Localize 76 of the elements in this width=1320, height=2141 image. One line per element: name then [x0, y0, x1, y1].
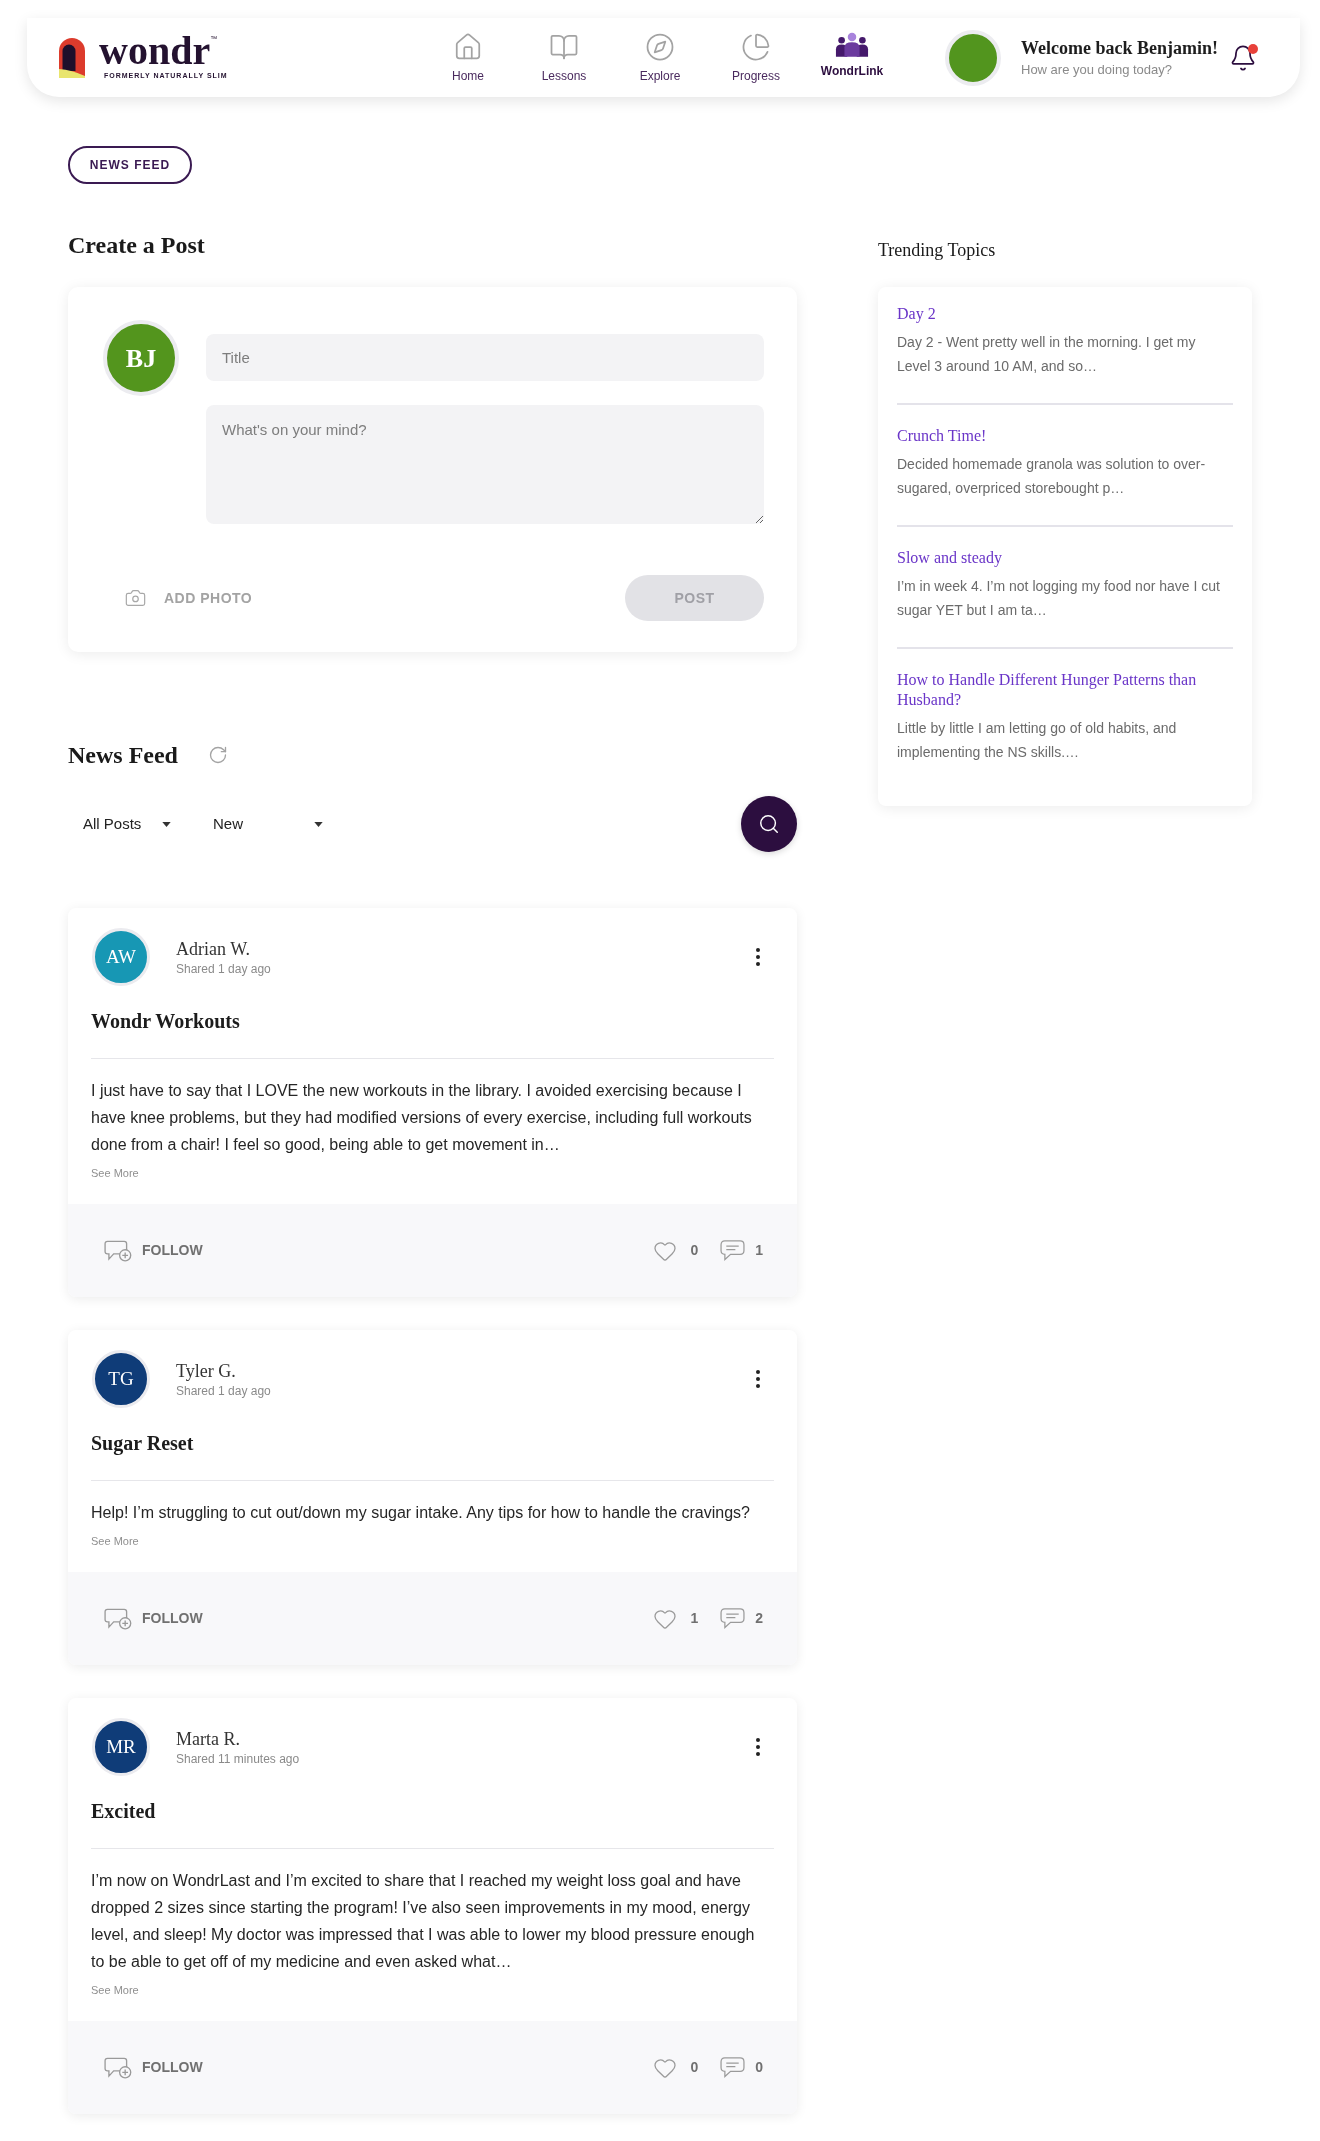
vertical-dots-icon	[756, 1738, 760, 1756]
chat-bubble-plus-icon	[104, 1607, 132, 1630]
comment-button[interactable]: 2	[720, 1608, 763, 1629]
post-body: Help! I’m struggling to cut out/down my sugar intake. Any tips for how to handle the cravings?	[91, 1503, 751, 1523]
post-title: Sugar Reset	[91, 1431, 195, 1457]
post-title: Excited	[91, 1799, 157, 1824]
speech-bubble-icon	[720, 2057, 746, 2078]
see-more-link[interactable]: See More	[91, 1165, 139, 1181]
more-options-button[interactable]	[754, 946, 762, 968]
filter-dropdown[interactable]: All Posts	[83, 812, 171, 836]
compass-icon	[645, 32, 675, 62]
title-field[interactable]: Title	[206, 334, 764, 381]
nav-item[interactable]: Progress	[732, 32, 780, 83]
welcome-greeting: Welcome back Benjamin!	[1021, 36, 1218, 60]
post-text-field[interactable]: What's on your mind?	[206, 405, 764, 524]
follow-button[interactable]: FOLLOW	[104, 2056, 203, 2079]
news-feed-tab[interactable]: NEWS FEED	[68, 146, 192, 184]
pie-chart-icon	[741, 32, 771, 62]
post-time: Shared 1 day ago	[176, 961, 271, 977]
more-options-button[interactable]	[754, 1736, 762, 1758]
topic-excerpt: Day 2 - Went pretty well in the morning. I get my Level 3 around 10 AM, and so…	[897, 333, 1197, 376]
nav-item[interactable]: Home	[452, 32, 484, 83]
topic-excerpt: Decided homemade granola was solution to over-sugared, overpriced storebought p…	[897, 455, 1207, 498]
follow-button[interactable]: FOLLOW	[104, 1607, 203, 1630]
author-name: Adrian W.	[176, 938, 251, 961]
logo-wordmark: wondr	[99, 35, 211, 67]
chat-bubble-plus-icon	[104, 2056, 132, 2079]
speech-bubble-icon	[720, 1240, 746, 1261]
comment-button[interactable]: 1	[720, 1240, 763, 1261]
author-avatar: MR	[92, 1718, 150, 1776]
add-photo-button[interactable]: ADD PHOTO	[124, 587, 253, 609]
topic-title[interactable]: How to Handle Different Hunger Patterns than Husband?	[897, 670, 1233, 710]
post-body: I’m now on WondrLast and I’m excited to share that I reached my weight loss goal and have dropped 2 sizes since starting the program! I’ve also seen improvements in my mood, energy level, and sleep! My doctor was impressed that I was able to lower my blood pressure enough to be able to get off of my medicine and even asked what…	[91, 1871, 756, 1972]
author-name: Tyler G.	[176, 1360, 237, 1383]
post-body: I just have to say that I LOVE the new workouts in the library. I avoided exercising because I have knee problems, but they had modified versions of every exercise, including full workouts done from a chair! I feel so good, being able to get movement in…	[91, 1081, 753, 1155]
topic-excerpt: Little by little I am letting go of old habits, and implementing the NS skills.…	[897, 719, 1178, 762]
nav-item[interactable]: WondrLink	[820, 32, 884, 83]
like-button[interactable]: 0	[652, 2055, 699, 2080]
camera-icon	[124, 587, 147, 609]
more-options-button[interactable]	[754, 1368, 762, 1390]
section-heading: News Feed	[68, 741, 178, 770]
trending-heading: Trending Topics	[878, 239, 996, 262]
filter-dropdown[interactable]: New	[213, 812, 323, 836]
vertical-dots-icon	[756, 1370, 760, 1388]
author-name: Marta R.	[176, 1728, 241, 1751]
speech-bubble-icon	[720, 1608, 746, 1629]
post-time: Shared 11 minutes ago	[176, 1751, 300, 1767]
caret-down-icon	[162, 821, 171, 827]
caret-down-icon	[314, 821, 323, 827]
welcome-subtitle: How are you doing today?	[1021, 60, 1174, 79]
follow-button[interactable]: FOLLOW	[104, 1239, 203, 1262]
like-button[interactable]: 0	[652, 1238, 699, 1263]
post-title: Wondr Workouts	[91, 1009, 241, 1034]
chat-bubble-plus-icon	[104, 1239, 132, 1262]
topic-title[interactable]: Slow and steady	[897, 548, 1233, 568]
topic-title[interactable]: Day 2	[897, 304, 1233, 324]
open-book-icon	[549, 32, 579, 62]
section-heading: Create a Post	[68, 231, 205, 260]
comment-button[interactable]: 0	[720, 2057, 763, 2078]
author-avatar: AW	[92, 928, 150, 986]
user-avatar: BJ	[103, 320, 179, 396]
search-button[interactable]	[741, 796, 797, 852]
nav-item[interactable]: Lessons	[541, 32, 587, 83]
vertical-dots-icon	[756, 948, 760, 966]
see-more-link[interactable]: See More	[91, 1982, 139, 1998]
topic-title[interactable]: Crunch Time!	[897, 426, 1233, 446]
search-icon	[758, 813, 780, 835]
author-avatar: TG	[92, 1350, 150, 1408]
arch-logo-icon	[59, 37, 85, 78]
nav-item[interactable]: Explore	[639, 32, 681, 83]
see-more-link[interactable]: See More	[91, 1533, 139, 1549]
people-icon	[835, 32, 869, 57]
post-time: Shared 1 day ago	[176, 1383, 271, 1399]
house-icon	[453, 32, 483, 62]
like-button[interactable]: 1	[652, 1606, 699, 1631]
topic-excerpt: I’m in week 4. I’m not logging my food nor have I cut sugar YET but I am ta…	[897, 577, 1221, 620]
